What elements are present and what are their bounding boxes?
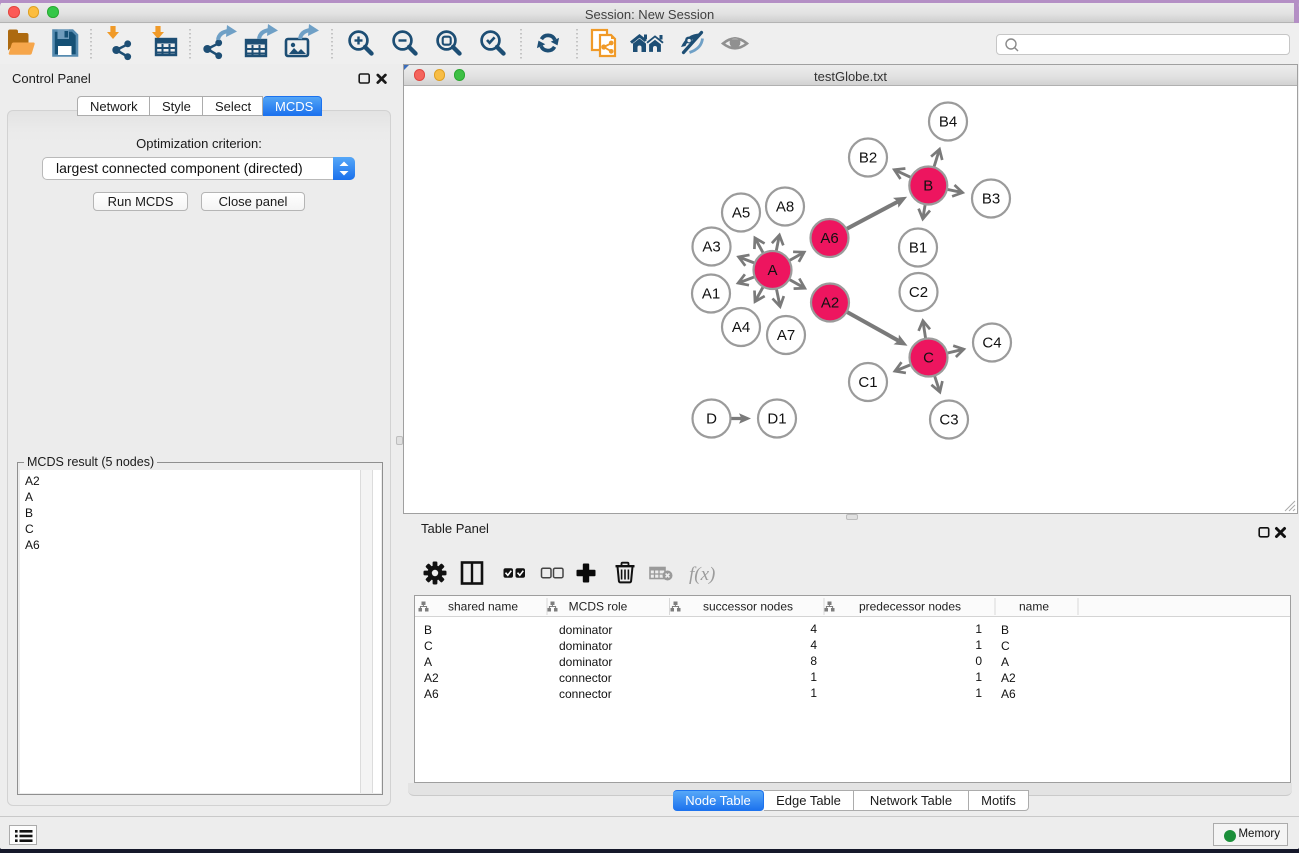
svg-text:predecessor nodes: predecessor nodes (859, 600, 961, 614)
svg-text:A: A (767, 262, 777, 279)
svg-text:C4: C4 (982, 335, 1001, 352)
svg-text:C3: C3 (939, 412, 958, 429)
svg-text:A6: A6 (820, 230, 838, 247)
svg-text:A1: A1 (702, 286, 720, 303)
svg-text:A7: A7 (777, 327, 795, 344)
svg-text:D1: D1 (767, 411, 786, 428)
svg-text:A4: A4 (732, 319, 750, 336)
svg-text:B1: B1 (909, 240, 927, 257)
svg-text:A3: A3 (702, 239, 720, 256)
svg-text:successor nodes: successor nodes (703, 600, 793, 614)
svg-text:shared name: shared name (448, 600, 518, 614)
svg-text:A2: A2 (821, 295, 839, 312)
svg-text:MCDS role: MCDS role (569, 600, 628, 614)
svg-text:C2: C2 (909, 284, 928, 301)
svg-text:B: B (923, 178, 933, 195)
svg-text:name: name (1019, 600, 1049, 614)
svg-text:A5: A5 (732, 205, 750, 222)
svg-text:f(x): f(x) (689, 564, 715, 585)
svg-text:B4: B4 (939, 114, 957, 131)
svg-text:A8: A8 (776, 199, 794, 216)
svg-text:B3: B3 (982, 191, 1000, 208)
svg-text:C: C (923, 350, 934, 367)
svg-text:B2: B2 (859, 150, 877, 167)
svg-text:D: D (706, 411, 717, 428)
svg-text:C1: C1 (858, 374, 877, 391)
